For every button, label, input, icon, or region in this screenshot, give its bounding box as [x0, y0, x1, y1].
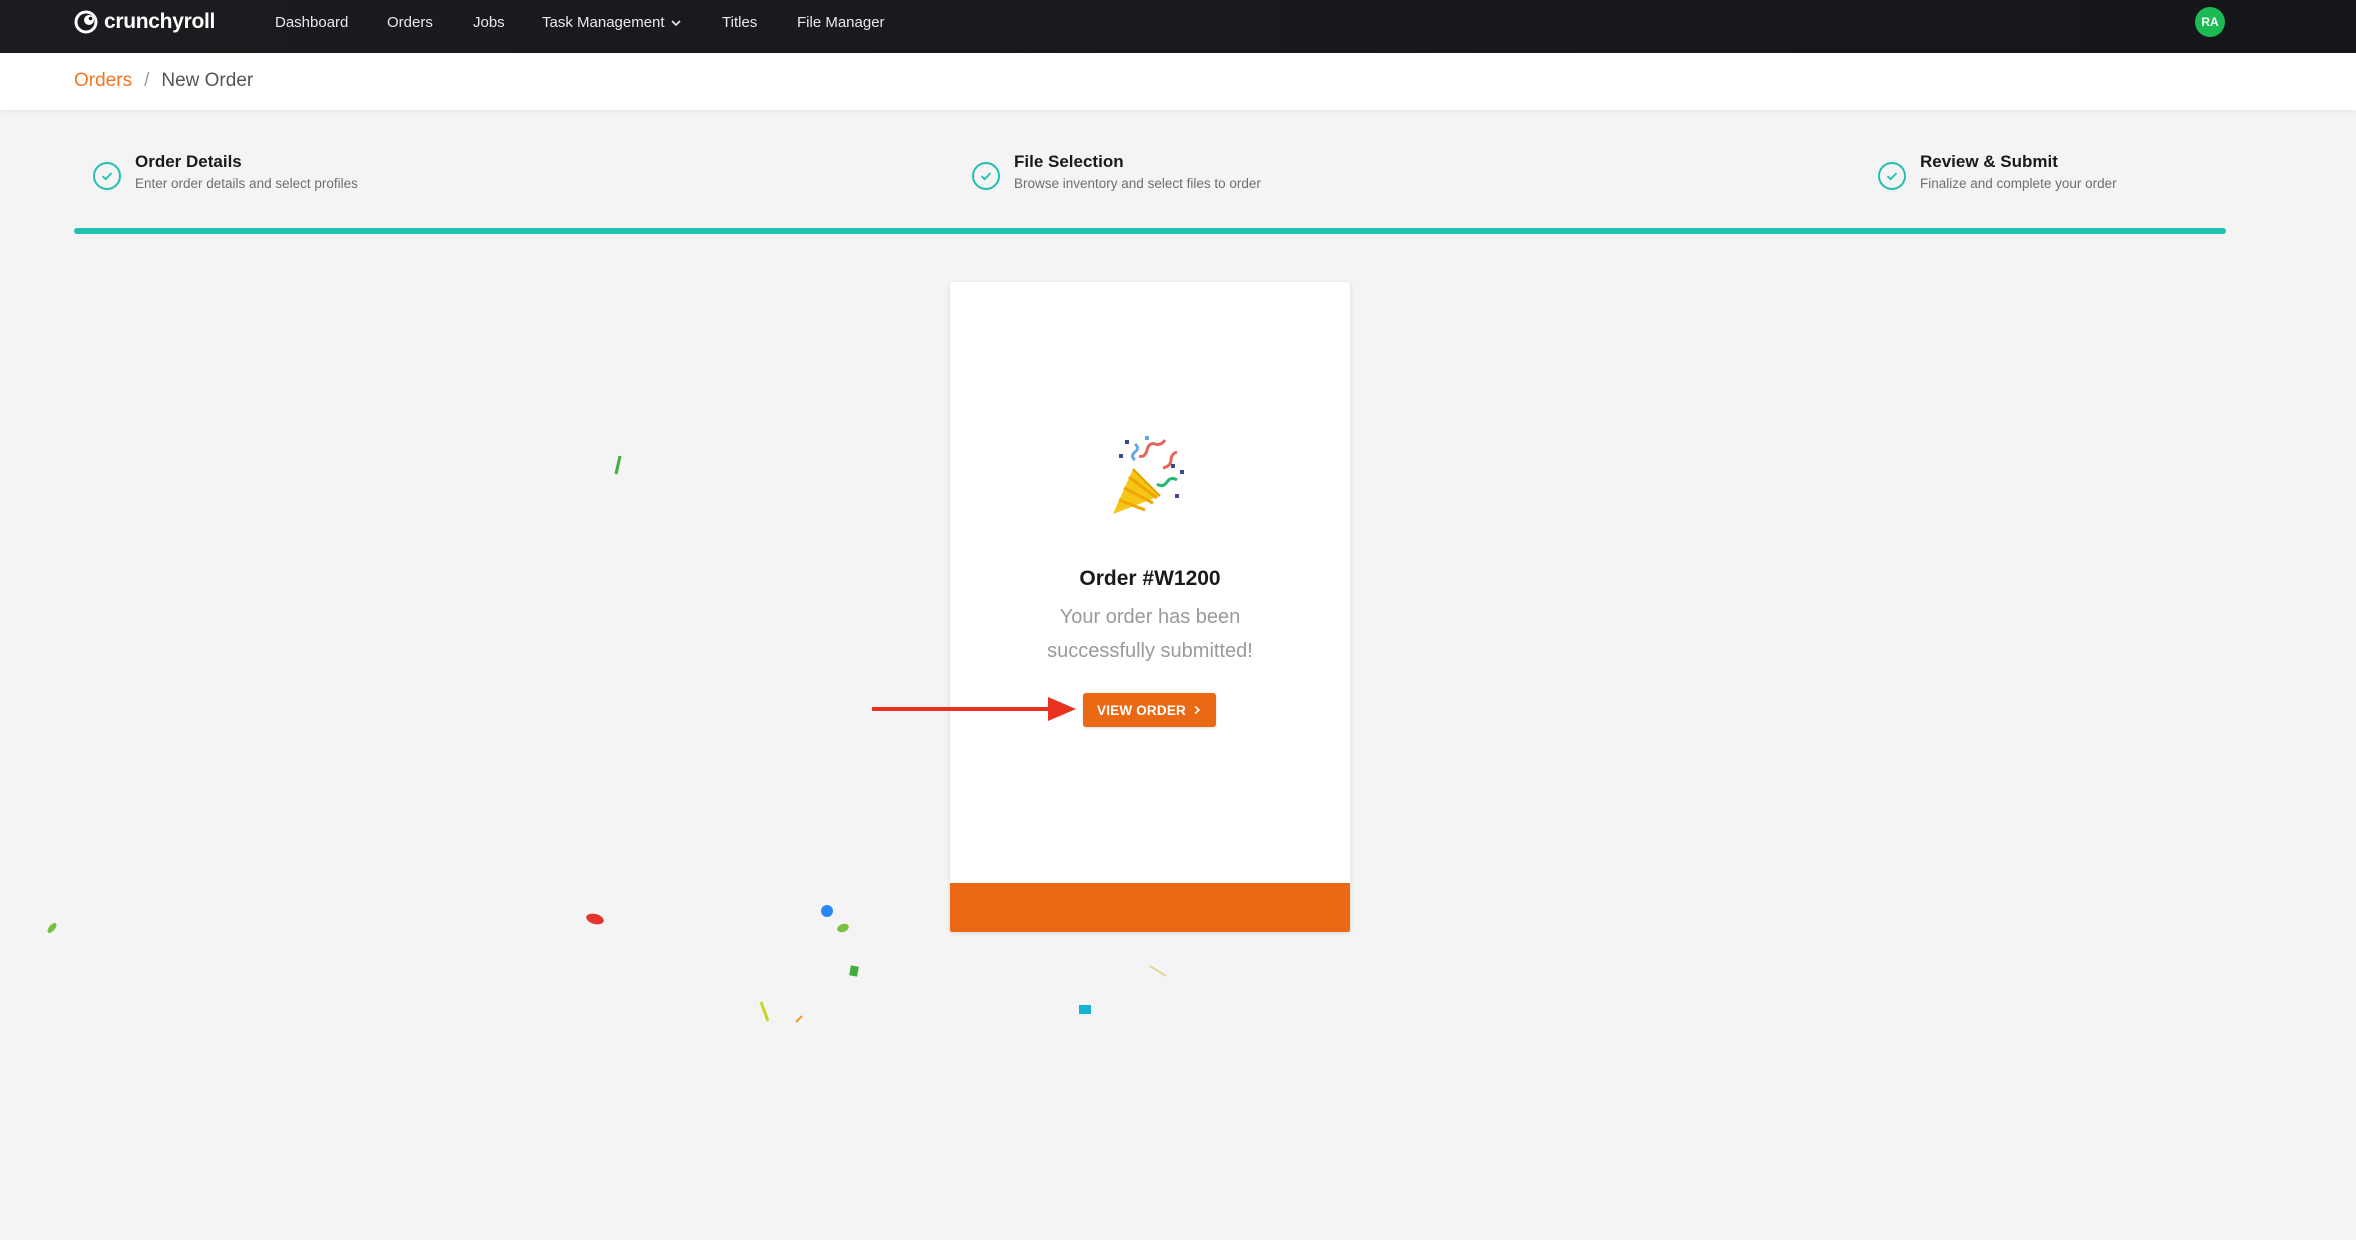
annotation-arrow-icon — [872, 697, 1076, 721]
confetti-piece — [47, 923, 57, 933]
top-nav-bar: crunchyroll Dashboard Orders Jobs Task M… — [0, 0, 2356, 53]
nav-titles-label: Titles — [722, 14, 758, 31]
nav-orders[interactable]: Orders — [387, 13, 433, 33]
crunchyroll-logo[interactable]: crunchyroll — [74, 10, 215, 34]
nav-task-management-label: Task Management — [542, 14, 665, 31]
view-order-label: VIEW ORDER — [1096, 702, 1186, 718]
order-number-title: Order #W1200 — [1079, 567, 1221, 590]
check-circle-icon — [1878, 162, 1906, 190]
confetti-piece — [821, 905, 833, 917]
stepper-progress-bar — [74, 228, 2226, 234]
card-footer-bar — [950, 883, 1350, 932]
nav-orders-label: Orders — [387, 14, 433, 31]
confetti-piece — [614, 455, 622, 475]
nav-file-manager-label: File Manager — [797, 14, 885, 31]
order-success-card: Order #W1200 Your order has been success… — [950, 282, 1350, 932]
confetti-piece — [759, 1001, 770, 1022]
confetti-piece — [849, 965, 859, 977]
step-subtitle: Browse inventory and select files to ord… — [1014, 176, 1261, 191]
breadcrumb: Orders / New Order — [74, 70, 253, 92]
check-circle-icon — [93, 162, 121, 190]
avatar-initials: RA — [2201, 15, 2219, 29]
confetti-piece — [1149, 965, 1167, 977]
brand-name: crunchyroll — [104, 10, 216, 33]
nav-jobs[interactable]: Jobs — [473, 13, 505, 33]
nav-dashboard-label: Dashboard — [275, 14, 349, 31]
step-file-selection: File Selection Browse inventory and sele… — [972, 150, 1261, 194]
step-order-details: Order Details Enter order details and se… — [93, 150, 358, 194]
step-title: Review & Submit — [1920, 152, 2058, 171]
breadcrumb-separator: / — [144, 70, 150, 91]
nav-titles[interactable]: Titles — [722, 13, 757, 33]
nav-dashboard[interactable]: Dashboard — [275, 13, 348, 33]
nav-jobs-label: Jobs — [473, 14, 505, 31]
nav-task-management[interactable]: Task Management — [542, 13, 682, 33]
breadcrumb-current: New Order — [161, 70, 254, 91]
confetti-piece — [586, 913, 604, 925]
step-title: Order Details — [135, 152, 242, 171]
check-circle-icon — [972, 162, 1000, 190]
party-popper-icon — [1113, 436, 1184, 514]
breadcrumb-orders-link[interactable]: Orders — [74, 70, 132, 92]
step-subtitle: Enter order details and select profiles — [135, 176, 358, 191]
confetti-piece — [837, 923, 849, 933]
crunchyroll-logo-icon — [74, 10, 98, 34]
user-avatar[interactable]: RA — [2195, 7, 2225, 37]
view-order-button[interactable]: VIEW ORDER — [1083, 693, 1216, 727]
breadcrumb-bar: Orders / New Order — [0, 53, 2356, 110]
chevron-right-icon — [1194, 705, 1201, 715]
step-subtitle: Finalize and complete your order — [1920, 176, 2117, 191]
step-review-submit: Review & Submit Finalize and complete yo… — [1878, 150, 2117, 194]
nav-file-manager[interactable]: File Manager — [797, 13, 885, 33]
confetti-piece — [1079, 1005, 1091, 1014]
step-title: File Selection — [1014, 152, 1124, 171]
order-success-message: Your order has been successfully submitt… — [1047, 606, 1253, 662]
chevron-down-icon — [671, 20, 681, 27]
confetti-piece — [795, 1015, 803, 1023]
